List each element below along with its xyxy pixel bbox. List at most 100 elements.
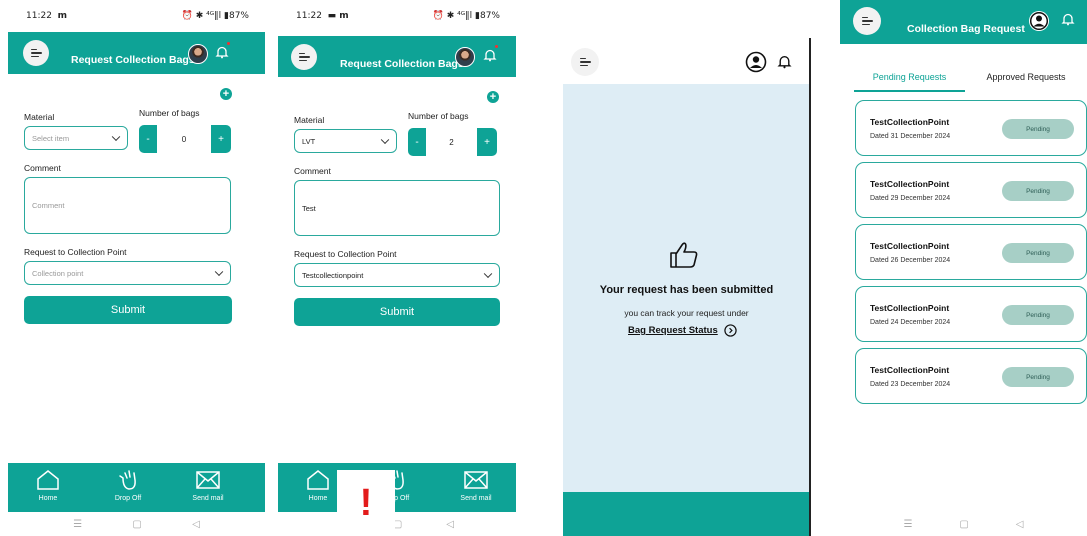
increment-button[interactable]: + — [211, 125, 231, 153]
material-value: LVT — [302, 136, 316, 146]
menu-button[interactable] — [23, 40, 49, 66]
material-label: Material — [294, 115, 325, 125]
notification-dot — [227, 42, 230, 45]
avatar[interactable] — [188, 44, 208, 64]
home-icon — [307, 470, 329, 490]
system-nav: ☰ ▢ ◁ — [8, 512, 265, 536]
request-bags-screen-filled: 11:22 ▬ m ⏰ ✱ ⁴ᴳ‖l ▮87% Request Collecti… — [278, 0, 516, 536]
material-placeholder: Select item — [32, 133, 70, 143]
submit-button[interactable]: Submit — [24, 296, 232, 324]
status-time: 11:22 — [296, 11, 322, 21]
menu-icon — [298, 51, 310, 64]
user-circle-icon[interactable] — [1028, 10, 1050, 32]
comment-label: Comment — [294, 166, 331, 176]
tab-approved-requests[interactable]: Approved Requests — [965, 62, 1087, 92]
chevron-down-icon — [380, 135, 390, 145]
request-name: TestCollectionPoint — [870, 117, 950, 127]
request-name: TestCollectionPoint — [870, 241, 950, 251]
status-badge: Pending — [1002, 243, 1074, 263]
home-button[interactable]: ▢ — [959, 519, 968, 530]
nav-drop-off-label: Drop Off — [114, 495, 142, 502]
chevron-down-icon — [483, 269, 493, 279]
material-select[interactable]: LVT — [294, 129, 397, 153]
menu-icon — [579, 56, 591, 69]
drop-off-icon — [119, 470, 136, 490]
menu-button[interactable] — [853, 7, 881, 35]
tab-pending-requests[interactable]: Pending Requests — [854, 62, 965, 92]
recents-button[interactable]: ☰ — [903, 519, 912, 530]
decrement-button[interactable]: - — [408, 128, 426, 156]
comment-field[interactable]: Test — [294, 180, 500, 236]
menu-button[interactable] — [291, 44, 317, 70]
system-nav: ☰ ▢ ◁ — [840, 512, 1087, 536]
page-title: Collection Bag Request — [907, 23, 1025, 35]
request-card[interactable]: TestCollectionPoint Dated 24 December 20… — [855, 286, 1087, 342]
decrement-button[interactable]: - — [139, 125, 157, 153]
nav-drop-off[interactable]: Drop Off — [98, 463, 158, 512]
increment-button[interactable]: + — [477, 128, 497, 156]
menu-icon — [30, 47, 42, 60]
add-icon[interactable]: + — [487, 91, 499, 103]
bags-label: Number of bags — [408, 111, 469, 121]
nav-home[interactable]: Home — [18, 463, 78, 512]
submit-button[interactable]: Submit — [294, 298, 500, 326]
home-button[interactable]: ▢ — [132, 519, 141, 530]
request-date: Dated 23 December 2024 — [870, 381, 951, 388]
status-badge: Pending — [1002, 119, 1074, 139]
nav-send-mail[interactable]: Send mail — [446, 463, 506, 512]
request-submitted-screen: Your request has been submitted you can … — [563, 0, 810, 536]
user-circle-icon[interactable] — [745, 51, 767, 73]
material-label: Material — [24, 112, 55, 122]
thumbs-up-icon — [670, 242, 698, 268]
request-tabs: Pending Requests Approved Requests — [854, 62, 1087, 92]
request-card[interactable]: TestCollectionPoint Dated 29 December 20… — [855, 162, 1087, 218]
comment-label: Comment — [24, 163, 61, 173]
back-button[interactable]: ◁ — [1016, 519, 1024, 530]
bag-request-status-screen: Collection Bag Request Pending Requests … — [840, 0, 1087, 536]
active-tab-indicator — [854, 90, 965, 92]
request-name: TestCollectionPoint — [870, 303, 950, 313]
back-button[interactable]: ◁ — [192, 519, 200, 530]
collection-point-label: Request to Collection Point — [294, 249, 397, 259]
app-header: Request Collection Bags — [278, 36, 516, 77]
recents-button[interactable]: ☰ — [73, 519, 82, 530]
comment-placeholder: Comment — [32, 201, 65, 210]
nav-send-mail[interactable]: Send mail — [178, 463, 238, 512]
request-card[interactable]: TestCollectionPoint Dated 23 December 20… — [855, 348, 1087, 404]
bag-request-status-link[interactable]: Bag Request Status — [628, 324, 737, 337]
comment-field[interactable]: Comment — [24, 177, 231, 234]
status-icons: ⏰ ✱ ⁴ᴳ‖l ▮87% — [432, 11, 500, 21]
nav-home-label: Home — [308, 495, 328, 502]
request-bags-screen-empty: 11:22 m ⏰ ✱ ⁴ᴳ‖l ▮87% Request Collection… — [8, 0, 265, 536]
system-nav: ☰ ▢ ◁ — [278, 512, 516, 536]
menu-button[interactable] — [571, 48, 599, 76]
chevron-down-icon — [111, 132, 121, 142]
bags-stepper: - 0 + — [139, 125, 231, 153]
bags-value[interactable]: 2 — [426, 128, 477, 156]
bags-value[interactable]: 0 — [157, 125, 211, 153]
bell-icon[interactable] — [483, 48, 497, 62]
status-indicator: m — [57, 11, 68, 21]
avatar[interactable] — [455, 47, 475, 67]
bell-icon[interactable] — [777, 54, 792, 69]
request-date: Dated 24 December 2024 — [870, 319, 951, 326]
status-icons: ⏰ ✱ ⁴ᴳ‖l ▮87% — [181, 11, 249, 21]
back-button[interactable]: ◁ — [446, 519, 454, 530]
home-icon — [37, 470, 59, 490]
status-indicator: ▬ m — [327, 11, 349, 21]
collection-point-select[interactable]: Collection point — [24, 261, 231, 285]
divider — [809, 38, 811, 536]
add-icon[interactable]: + — [220, 88, 232, 100]
bell-icon[interactable] — [1061, 12, 1075, 26]
nav-home-label: Home — [38, 495, 58, 502]
notification-dot — [495, 45, 498, 48]
bell-icon[interactable] — [215, 45, 229, 59]
request-card[interactable]: TestCollectionPoint Dated 26 December 20… — [855, 224, 1087, 280]
status-badge: Pending — [1002, 305, 1074, 325]
request-date: Dated 26 December 2024 — [870, 257, 951, 264]
material-select[interactable]: Select item — [24, 126, 128, 150]
submitted-content: Your request has been submitted you can … — [563, 84, 810, 492]
request-card[interactable]: TestCollectionPoint Dated 31 December 20… — [855, 100, 1087, 156]
bag-request-status-label: Bag Request Status — [628, 325, 718, 336]
collection-point-select[interactable]: Testcollectionpoint — [294, 263, 500, 287]
